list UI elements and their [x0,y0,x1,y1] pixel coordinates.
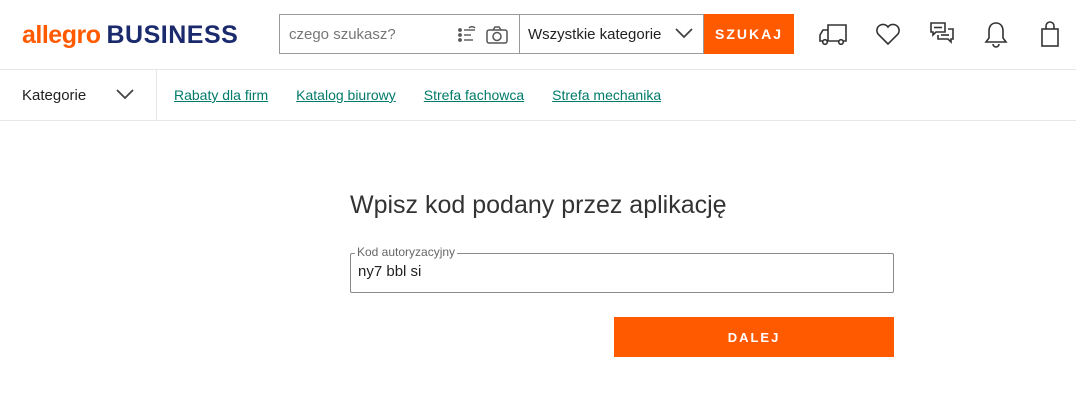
search-button[interactable]: SZUKAJ [704,14,794,54]
logo-brand-text: allegro [22,20,101,49]
bag-icon[interactable] [1036,20,1064,48]
nav-link-mechanika[interactable]: Strefa mechanika [552,87,661,103]
nav-links: Rabaty dla firm Katalog biurowy Strefa f… [174,70,689,120]
logo-business-text: BUSINESS [106,20,239,49]
chat-icon[interactable] [928,20,956,48]
bell-icon[interactable] [982,20,1010,48]
page-title: Wpisz kod podany przez aplikację [350,191,727,219]
top-header: allegro BUSINESS Wsz [0,0,1076,70]
heart-icon[interactable] [874,20,902,48]
categories-dropdown[interactable]: Kategorie [0,70,157,120]
nav-link-fachowca[interactable]: Strefa fachowca [424,87,524,103]
auth-code-form: Wpisz kod podany przez aplikację Kod aut… [350,190,894,357]
truck-icon[interactable] [818,20,850,48]
chevron-down-icon [116,87,134,104]
categories-label: Kategorie [22,86,87,104]
chevron-down-icon [675,26,693,43]
search-bar: Wszystkie kategorie SZUKAJ [279,14,795,54]
auth-code-label: Kod autoryzacyjny [355,245,458,259]
category-nav: Kategorie Rabaty dla firm Katalog biurow… [0,70,1076,121]
auth-code-input[interactable]: ny7 bbl si [358,263,421,280]
search-input[interactable] [280,16,449,52]
nav-link-rabaty[interactable]: Rabaty dla firm [174,87,268,103]
next-button[interactable]: DALEJ [614,317,894,357]
search-filter-icon[interactable] [456,25,478,45]
auth-code-field[interactable]: Kod autoryzacyjny ny7 bbl si [350,245,894,293]
nav-link-katalog[interactable]: Katalog biurowy [296,87,396,103]
search-box [279,14,519,54]
allegro-business-logo[interactable]: allegro BUSINESS [22,20,238,50]
category-select-value: Wszystkie kategorie [528,25,662,43]
category-select[interactable]: Wszystkie kategorie [519,14,704,54]
camera-icon[interactable] [486,25,508,45]
